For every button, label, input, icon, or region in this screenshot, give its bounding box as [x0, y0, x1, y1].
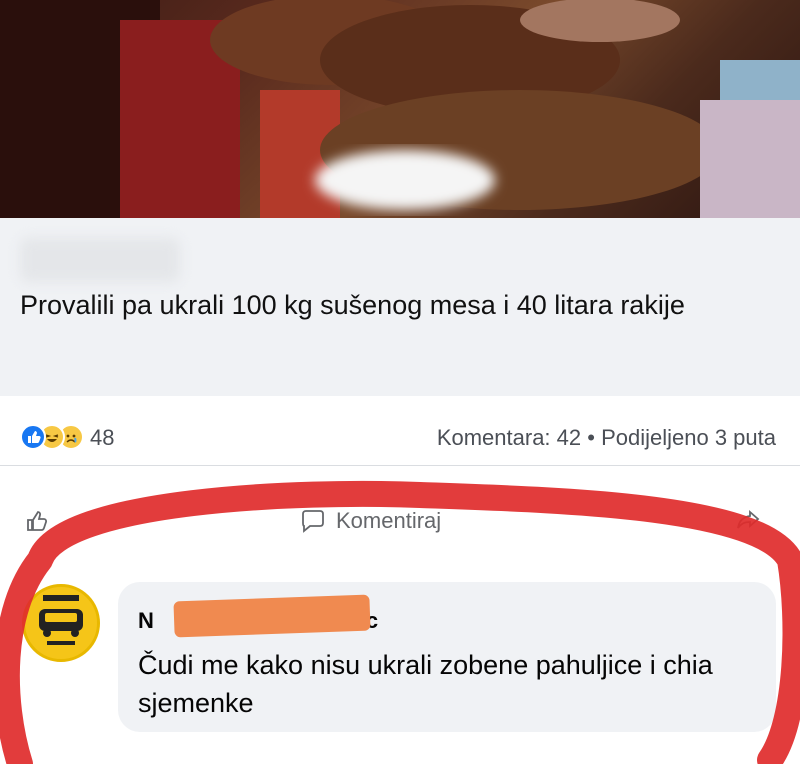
commenter-avatar[interactable]: [22, 584, 100, 662]
comment-bubble-icon: [302, 510, 324, 533]
thumbs-up-icon: [27, 511, 48, 531]
comment-button-label: Komentiraj: [336, 508, 442, 533]
comment-text: Čudi me kako nisu ukrali zobene pahuljic…: [138, 650, 713, 718]
comment-count[interactable]: Komentara: 42: [437, 425, 581, 450]
share-icon: [737, 510, 760, 529]
like-button[interactable]: [24, 508, 50, 540]
share-button[interactable]: [736, 508, 760, 538]
link-card[interactable]: Provalili pa ukrali 100 kg sušenog mesa …: [0, 218, 800, 396]
cured-meat-photo: [0, 0, 800, 218]
comment-bubble[interactable]: Nc Čudi me kako nisu ukrali zobene pahul…: [118, 582, 776, 732]
taxi-logo-icon: [39, 595, 83, 645]
reaction-count[interactable]: 48: [90, 425, 114, 451]
share-count[interactable]: Podijeljeno 3 puta: [601, 425, 776, 450]
comment-button[interactable]: Komentiraj: [300, 508, 441, 534]
commenter-name-start: N: [138, 608, 154, 633]
post-image[interactable]: [0, 0, 800, 218]
stats-separator: •: [587, 425, 595, 450]
name-redaction: [173, 594, 371, 638]
redacted-source: [20, 238, 180, 282]
reactions-bar: 48 Komentara: 42 • Podijeljeno 3 puta: [0, 410, 800, 466]
comment: Nc Čudi me kako nisu ukrali zobene pahul…: [0, 578, 800, 748]
post-headline[interactable]: Provalili pa ukrali 100 kg sušenog mesa …: [20, 286, 780, 324]
post-stats: Komentara: 42 • Podijeljeno 3 puta: [437, 425, 776, 451]
like-icon: [20, 424, 46, 450]
action-row: Komentiraj: [0, 490, 800, 550]
